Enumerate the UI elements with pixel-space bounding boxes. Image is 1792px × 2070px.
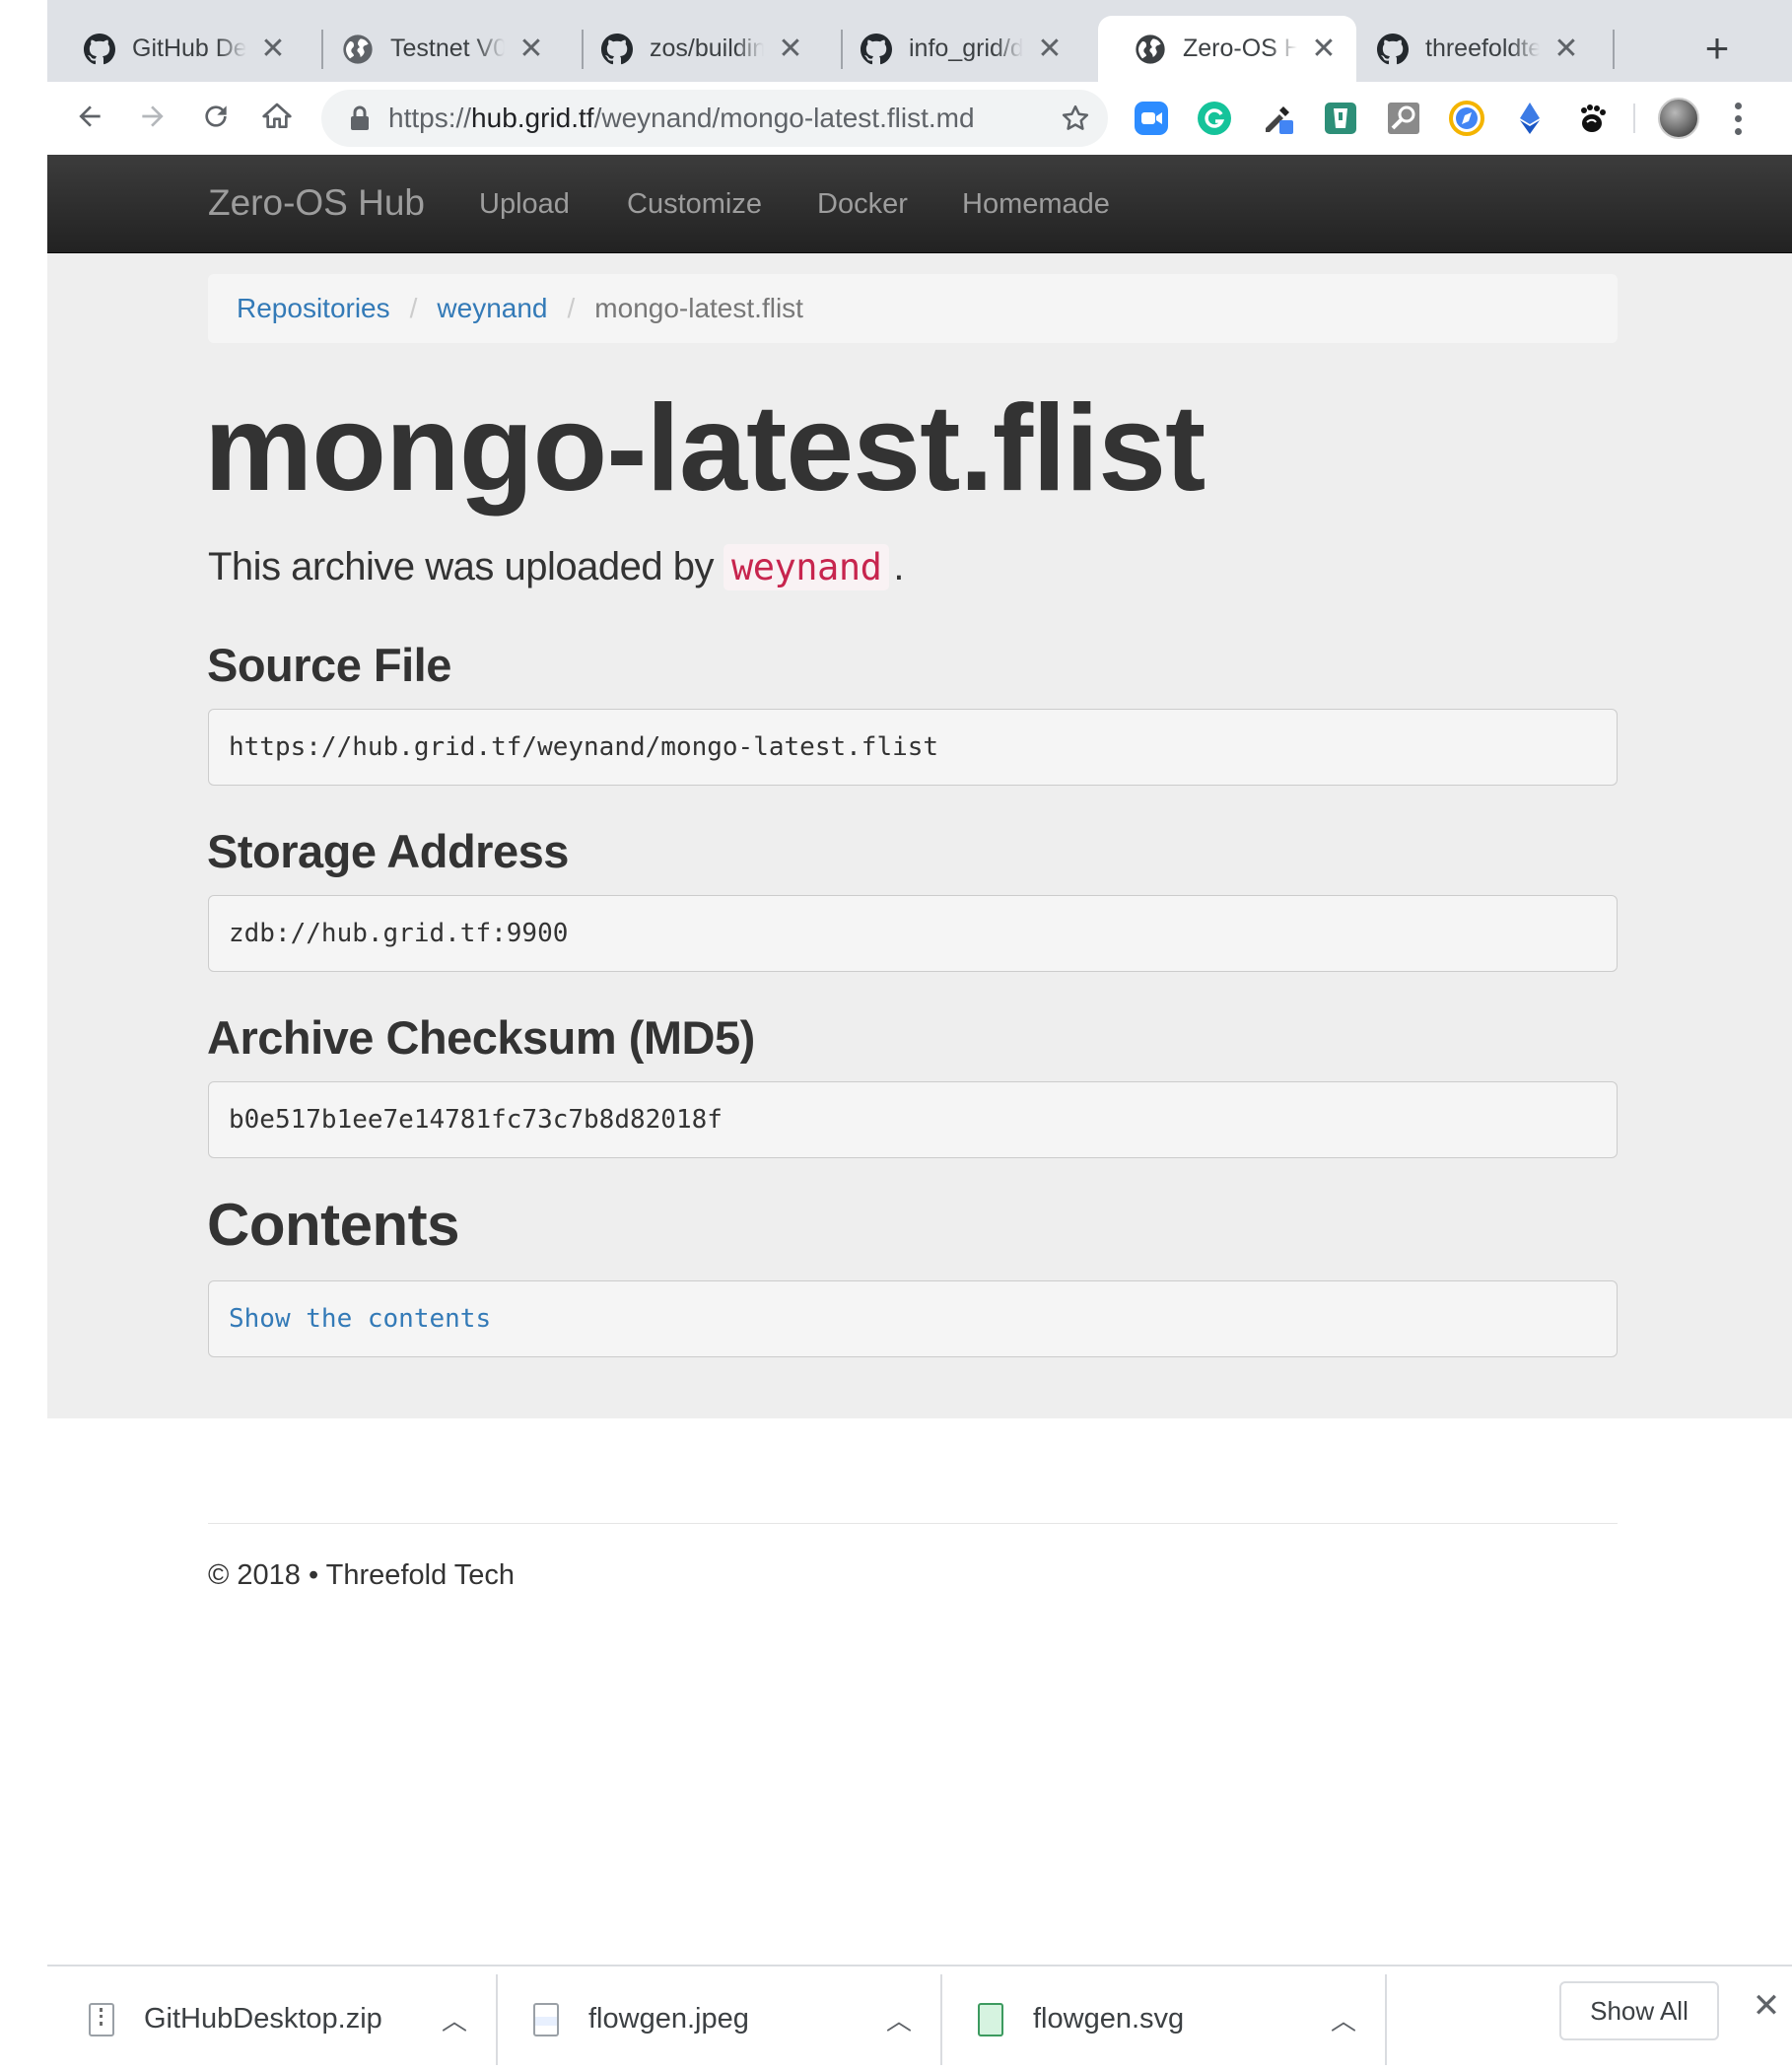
- tab-title: Testnet V0.1: [390, 34, 505, 62]
- tab-title: GitHub Desktop: [132, 34, 246, 62]
- tab-info-grid[interactable]: info_grid/docs ✕: [824, 16, 1082, 82]
- zip-file-icon: [89, 2002, 114, 2036]
- site-navbar: Zero-OS Hub Upload Customize Docker Home…: [47, 155, 1792, 253]
- tab-threefoldtech[interactable]: threefoldtech ✕: [1341, 16, 1599, 82]
- close-icon[interactable]: ✕: [776, 34, 805, 64]
- close-icon[interactable]: ✕: [258, 34, 288, 64]
- tab-zos-building[interactable]: zos/building ✕: [565, 16, 823, 82]
- upload-note: This archive was uploaded by weynand .: [208, 544, 904, 590]
- color-picker-extension-icon[interactable]: [1259, 100, 1296, 137]
- forward-arrow-icon[interactable]: [128, 92, 177, 141]
- breadcrumb-separator: /: [409, 293, 418, 323]
- close-icon[interactable]: ✕: [1551, 34, 1581, 64]
- jpeg-file-icon: [533, 2002, 559, 2036]
- show-contents-link[interactable]: Show the contents: [229, 1304, 491, 1334]
- brand-link[interactable]: Zero-OS Hub: [208, 182, 425, 224]
- tab-title: zos/building: [650, 34, 764, 62]
- github-icon: [860, 33, 893, 66]
- github-icon: [83, 33, 116, 66]
- tab-testnet[interactable]: Testnet V0.1 ✕: [306, 16, 564, 82]
- source-file-heading: Source File: [207, 639, 451, 691]
- download-filename: GitHubDesktop.zip: [144, 2003, 382, 2035]
- tab-github-desktop[interactable]: GitHub Desktop ✕: [47, 16, 306, 82]
- nav-upload[interactable]: Upload: [479, 188, 570, 221]
- home-icon[interactable]: [252, 92, 302, 141]
- tab-title: info_grid/docs: [909, 34, 1023, 62]
- storage-address-value[interactable]: zdb://hub.grid.tf:9900: [208, 895, 1618, 972]
- page-title: mongo-latest.flist: [204, 380, 1206, 517]
- contents-heading: Contents: [207, 1192, 459, 1258]
- chevron-up-icon[interactable]: ︿: [1329, 2001, 1358, 2037]
- github-icon: [1376, 33, 1410, 66]
- close-icon[interactable]: ✕: [1309, 34, 1339, 64]
- github-icon: [600, 33, 634, 66]
- show-all-downloads-button[interactable]: Show All: [1559, 1981, 1719, 2040]
- breadcrumb-separator: /: [567, 293, 576, 323]
- breadcrumb-current: mongo-latest.flist: [594, 293, 803, 323]
- download-item[interactable]: GitHubDesktop.zip ︿: [89, 1966, 469, 2070]
- contents-box: Show the contents: [208, 1280, 1618, 1357]
- close-icon[interactable]: ✕: [517, 34, 546, 64]
- tab-zero-os-hub[interactable]: Zero-OS Hub ✕: [1098, 16, 1356, 82]
- kebab-menu-icon[interactable]: [1723, 98, 1753, 139]
- main-content: Repositories / weynand / mongo-latest.fl…: [47, 253, 1792, 1418]
- close-icon[interactable]: ✕: [1035, 34, 1065, 64]
- new-tab-plus-icon[interactable]: +: [1694, 26, 1740, 71]
- checksum-value[interactable]: b0e517b1ee7e14781fc73c7b8d82018f: [208, 1081, 1618, 1158]
- download-filename: flowgen.svg: [1033, 2003, 1185, 2035]
- lock-icon: [351, 105, 369, 130]
- toolbar-divider: [1633, 104, 1635, 133]
- gnome-foot-extension-icon[interactable]: [1574, 100, 1612, 137]
- url-text[interactable]: https://hub.grid.tf/weynand/mongo-latest…: [388, 103, 1059, 134]
- paper-cup-extension-icon[interactable]: [1322, 100, 1359, 137]
- footer-divider: [208, 1523, 1618, 1524]
- download-item[interactable]: flowgen.jpeg ︿: [533, 1966, 914, 2070]
- checksum-heading: Archive Checksum (MD5): [207, 1011, 755, 1064]
- download-shelf: GitHubDesktop.zip ︿ flowgen.jpeg ︿ flowg…: [47, 1965, 1792, 2070]
- tab-title: threefoldtech: [1425, 34, 1540, 62]
- chevron-up-icon[interactable]: ︿: [884, 2001, 914, 2037]
- close-icon[interactable]: ✕: [1747, 1986, 1786, 2026]
- search-zoom-extension-icon[interactable]: [1385, 100, 1422, 137]
- nav-docker[interactable]: Docker: [817, 188, 908, 221]
- download-item[interactable]: flowgen.svg ︿: [978, 1966, 1358, 2070]
- url-scheme: https://: [388, 103, 472, 133]
- globe-icon: [341, 33, 375, 66]
- zoom-extension-icon[interactable]: [1133, 100, 1170, 137]
- compass-extension-icon[interactable]: [1448, 100, 1485, 137]
- source-file-value[interactable]: https://hub.grid.tf/weynand/mongo-latest…: [208, 709, 1618, 786]
- url-host: hub.grid.tf: [471, 103, 594, 133]
- download-divider: [940, 1974, 942, 2065]
- download-filename: flowgen.jpeg: [588, 2003, 749, 2035]
- download-divider: [496, 1974, 498, 2065]
- breadcrumb-repositories[interactable]: Repositories: [237, 293, 390, 324]
- nav-homemade[interactable]: Homemade: [962, 188, 1110, 221]
- back-arrow-icon[interactable]: [65, 92, 114, 141]
- chevron-up-icon[interactable]: ︿: [440, 2001, 469, 2037]
- bookmark-star-icon[interactable]: [1061, 104, 1090, 133]
- profile-avatar[interactable]: [1658, 98, 1699, 139]
- breadcrumb-user[interactable]: weynand: [437, 293, 547, 324]
- grammarly-extension-icon[interactable]: [1196, 100, 1233, 137]
- tab-divider: [1613, 30, 1615, 69]
- url-path: /weynand/mongo-latest.flist.md: [593, 103, 975, 133]
- tab-strip: GitHub Desktop ✕ Testnet V0.1 ✕ zos/buil…: [47, 0, 1792, 82]
- storage-address-heading: Storage Address: [207, 825, 569, 877]
- breadcrumb: Repositories / weynand / mongo-latest.fl…: [208, 274, 1618, 343]
- ethereum-extension-icon[interactable]: [1511, 100, 1549, 137]
- footer-copyright: © 2018 • Threefold Tech: [208, 1559, 515, 1591]
- browser-toolbar: https://hub.grid.tf/weynand/mongo-latest…: [47, 82, 1792, 155]
- upload-note-prefix: This archive was uploaded by: [208, 545, 714, 588]
- reload-icon[interactable]: [191, 92, 241, 141]
- address-bar[interactable]: https://hub.grid.tf/weynand/mongo-latest…: [321, 90, 1108, 147]
- tab-title: Zero-OS Hub: [1183, 34, 1297, 62]
- nav-customize[interactable]: Customize: [627, 188, 762, 221]
- download-divider: [1385, 1974, 1387, 2065]
- globe-icon: [1134, 33, 1167, 66]
- uploader-username: weynand: [723, 544, 890, 590]
- svg-file-icon: [978, 2002, 1003, 2036]
- upload-note-suffix: .: [893, 545, 905, 588]
